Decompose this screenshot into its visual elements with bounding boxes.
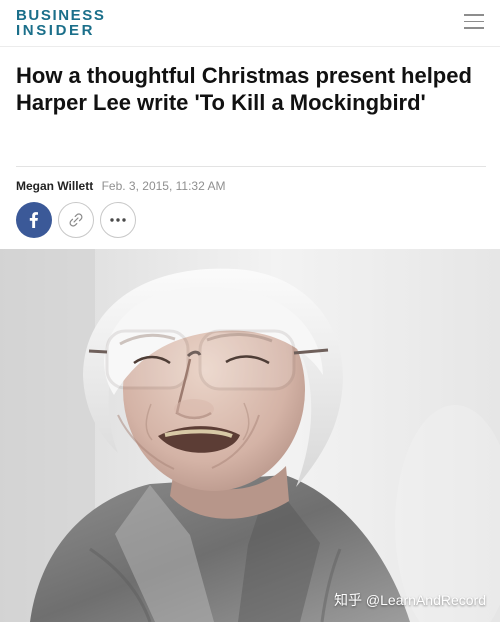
logo-text-insider: INSIDER xyxy=(16,22,96,39)
image-watermark: 知乎 @LearnAndRecord xyxy=(334,592,486,608)
facebook-icon xyxy=(29,212,38,228)
publish-date: Feb. 3, 2015, 11:32 AM xyxy=(101,179,226,193)
portrait-illustration xyxy=(0,249,500,622)
menu-bar-bottom xyxy=(464,27,484,29)
article-headline: How a thoughtful Christmas present helpe… xyxy=(16,63,472,115)
copy-link-button[interactable] xyxy=(58,202,94,238)
menu-bar-middle xyxy=(464,20,484,22)
more-options-icon xyxy=(110,218,126,222)
facebook-share-button[interactable] xyxy=(16,202,52,238)
menu-bar-top xyxy=(464,14,484,16)
article-hero-image: 知乎 @LearnAndRecord xyxy=(0,249,500,622)
site-header: BUSINESS INSIDER xyxy=(0,0,500,47)
hamburger-menu-icon[interactable] xyxy=(464,14,484,32)
headline-divider xyxy=(16,166,486,167)
more-share-options-button[interactable] xyxy=(100,202,136,238)
link-icon xyxy=(69,213,83,227)
business-insider-logo[interactable]: BUSINESS INSIDER xyxy=(16,8,116,40)
article-byline: Megan Willett Feb. 3, 2015, 11:32 AM xyxy=(16,178,225,194)
logo-text-business: BUSINESS xyxy=(16,7,106,24)
author-name[interactable]: Megan Willett xyxy=(16,179,93,193)
